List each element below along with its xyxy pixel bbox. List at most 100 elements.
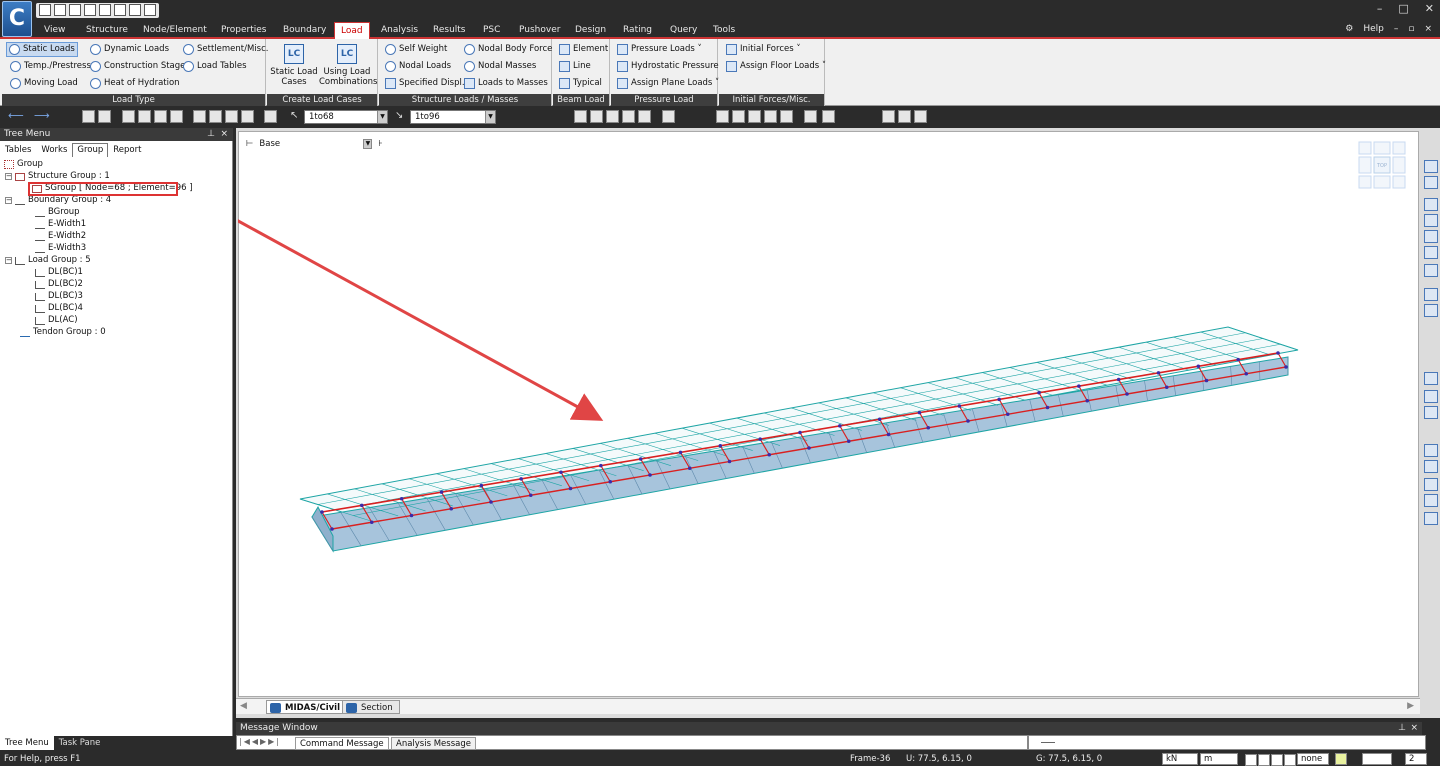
pin-icon[interactable]: ⊥	[207, 128, 215, 141]
tab-analysis-message[interactable]: Analysis Message	[391, 737, 476, 750]
tree-item[interactable]: DL(BC)1	[35, 267, 83, 278]
scroll-right-icon[interactable]: ▶	[1407, 701, 1414, 711]
chevron-down-icon[interactable]: ▼	[377, 111, 387, 123]
assign-floor-loads-button[interactable]: Assign Floor Loads ˅	[726, 60, 826, 73]
tree-item[interactable]: Group	[4, 159, 43, 170]
construction-stage-button[interactable]: Construction Stage	[90, 60, 185, 73]
app-logo[interactable]: C	[2, 1, 32, 37]
hydrostatic-pressure-button[interactable]: Hydrostatic Pressure	[617, 60, 719, 73]
zoom-all-icon[interactable]	[1424, 512, 1438, 525]
view-shrink-icon[interactable]	[732, 110, 745, 123]
force-unit-select[interactable]: kN	[1162, 753, 1198, 765]
collapse-icon[interactable]: −	[5, 197, 12, 204]
select-window-icon[interactable]	[82, 110, 95, 123]
tree-item[interactable]: DL(AC)	[35, 315, 78, 326]
tree-item[interactable]: DL(BC)4	[35, 303, 83, 314]
zoom-in-icon[interactable]	[1424, 478, 1438, 491]
beam-line-button[interactable]: Line	[559, 60, 591, 73]
beam-typical-button[interactable]: Typical	[559, 77, 602, 90]
chevron-down-icon[interactable]: ▼	[485, 111, 495, 123]
tab-group[interactable]: Group	[72, 143, 109, 157]
menu-view[interactable]: View	[44, 24, 65, 37]
minimize-button[interactable]: –	[1377, 2, 1383, 15]
menu-node-element[interactable]: Node/Element	[143, 24, 207, 37]
select-single-icon[interactable]	[122, 110, 135, 123]
tree-item[interactable]: DL(BC)2	[35, 279, 83, 290]
loads-to-masses-button[interactable]: Loads to Masses	[464, 77, 548, 90]
specified-displ-button[interactable]: Specified Displ.	[385, 77, 465, 90]
tree-item[interactable]: DL(BC)3	[35, 291, 83, 302]
page-number[interactable]: 2	[1405, 753, 1427, 765]
new-file-icon[interactable]	[39, 4, 51, 16]
select-all-icon[interactable]	[138, 110, 151, 123]
display-option-icon[interactable]	[662, 110, 675, 123]
element-number-icon[interactable]	[822, 110, 835, 123]
display-node-icon[interactable]	[606, 110, 619, 123]
tab-section[interactable]: Section	[342, 700, 400, 714]
close-icon[interactable]: ×	[220, 128, 228, 141]
message-nav-icons[interactable]: |◀◀▶▶|	[239, 737, 281, 746]
static-loads-button[interactable]: Static Loads	[6, 42, 78, 57]
grid-snap-icon[interactable]	[1258, 754, 1270, 766]
temp-prestress-button[interactable]: Temp./Prestress	[10, 60, 91, 73]
splitter[interactable]	[1027, 736, 1029, 749]
load-tables-button[interactable]: Load Tables	[183, 60, 247, 73]
page-stepper[interactable]	[1362, 753, 1392, 765]
ribbon-minimize-icon[interactable]: –	[1394, 24, 1399, 34]
capture-icon[interactable]	[898, 110, 911, 123]
self-weight-button[interactable]: Self Weight	[385, 43, 447, 56]
tree-item[interactable]: − Structure Group : 1	[5, 171, 110, 182]
scroll-left-icon[interactable]: ◀	[240, 701, 247, 711]
maximize-button[interactable]: □	[1398, 2, 1408, 15]
view-top-icon[interactable]	[1424, 176, 1438, 189]
tree-item[interactable]: E-Width2	[35, 231, 86, 242]
view-right-icon[interactable]	[1424, 230, 1438, 243]
menu-psc[interactable]: PSC	[483, 24, 500, 37]
move-icon[interactable]	[1424, 406, 1438, 419]
node-number-icon[interactable]	[804, 110, 817, 123]
menu-pushover[interactable]: Pushover	[519, 24, 560, 37]
pin-icon[interactable]: ⊥	[1398, 722, 1406, 735]
menu-results[interactable]: Results	[433, 24, 466, 37]
tab-report[interactable]: Report	[108, 143, 146, 157]
display-element-icon[interactable]	[622, 110, 635, 123]
tree-item[interactable]: BGroup	[35, 207, 80, 218]
view-render-icon[interactable]	[764, 110, 777, 123]
copy-view-icon[interactable]	[882, 110, 895, 123]
static-load-cases-button[interactable]: LC Static Load Cases	[270, 44, 318, 87]
display-boundary-icon[interactable]	[574, 110, 587, 123]
heat-of-hydration-button[interactable]: Heat of Hydration	[90, 77, 180, 90]
settlement-button[interactable]: Settlement/Misc.	[183, 43, 268, 56]
view-next-icon[interactable]	[1424, 304, 1438, 317]
zoom-fit-icon[interactable]	[1424, 460, 1438, 473]
zoom-out-icon[interactable]	[1424, 494, 1438, 507]
tab-midas-civil[interactable]: MIDAS/Civil	[266, 700, 348, 714]
zoom-window-icon[interactable]	[1424, 444, 1438, 457]
node-select-combo[interactable]: 1to68 ▼	[304, 110, 388, 124]
zoom-window-icon[interactable]	[193, 110, 206, 123]
save-as-icon[interactable]	[99, 4, 111, 16]
tab-tree-menu[interactable]: Tree Menu	[0, 736, 54, 750]
zoom-fit-icon[interactable]	[209, 110, 222, 123]
view-bottom-icon[interactable]	[1424, 246, 1438, 259]
moving-load-button[interactable]: Moving Load	[10, 77, 78, 90]
unselect-icon[interactable]	[154, 110, 167, 123]
nodal-loads-button[interactable]: Nodal Loads	[385, 60, 451, 73]
display-load-icon[interactable]	[590, 110, 603, 123]
view-left-icon[interactable]	[1424, 214, 1438, 227]
redo-icon[interactable]: ⟶	[34, 110, 56, 123]
menu-query[interactable]: Query	[670, 24, 697, 37]
dynamic-view-icon[interactable]	[241, 110, 254, 123]
menu-tools[interactable]: Tools	[713, 24, 735, 37]
lock-icon[interactable]	[914, 110, 927, 123]
nodal-masses-button[interactable]: Nodal Masses	[464, 60, 536, 73]
activate-icon[interactable]	[264, 110, 277, 123]
beam-element-button[interactable]: Element	[559, 43, 608, 56]
close-button[interactable]: ✕	[1425, 2, 1434, 15]
pan-icon[interactable]	[225, 110, 238, 123]
element-select-combo[interactable]: 1to96 ▼	[410, 110, 496, 124]
gear-icon[interactable]: ⚙	[1345, 24, 1353, 34]
assign-plane-loads-button[interactable]: Assign Plane Loads ˅	[617, 77, 719, 90]
tree-item[interactable]: − Boundary Group : 4	[5, 195, 111, 206]
open-folder-icon[interactable]	[54, 4, 66, 16]
